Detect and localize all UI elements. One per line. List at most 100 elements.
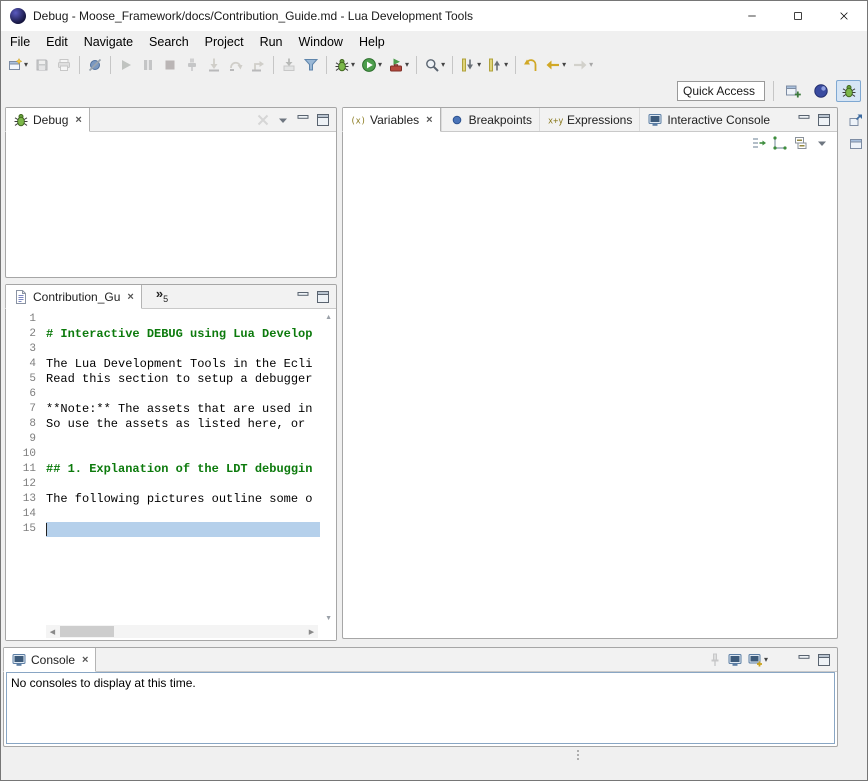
code-line[interactable]: The Lua Development Tools in the Ecli xyxy=(46,357,320,372)
scroll-down-icon[interactable]: ▼ xyxy=(325,615,332,622)
scrollbar-thumb[interactable] xyxy=(60,626,114,637)
tab-console[interactable]: Console × xyxy=(3,648,96,672)
code-line[interactable] xyxy=(46,312,320,327)
back-button[interactable]: ▾ xyxy=(543,54,568,76)
close-icon[interactable]: × xyxy=(426,114,432,126)
maximize-window-button[interactable] xyxy=(775,1,821,31)
save-button[interactable] xyxy=(32,54,52,76)
forward-button[interactable]: ▾ xyxy=(570,54,595,76)
close-icon[interactable]: × xyxy=(127,291,133,303)
code-line[interactable]: Read this section to setup a debugger xyxy=(46,372,320,387)
last-edit-location-button[interactable] xyxy=(521,54,541,76)
minimize-button[interactable] xyxy=(293,110,312,129)
minimize-window-button[interactable] xyxy=(729,1,775,31)
code-line[interactable]: So use the assets as listed here, or xyxy=(46,417,320,432)
close-window-button[interactable] xyxy=(821,1,867,31)
code-line[interactable] xyxy=(46,447,320,462)
code-line[interactable]: # Interactive DEBUG using Lua Develop xyxy=(46,327,320,342)
menu-edit[interactable]: Edit xyxy=(38,33,76,51)
display-console-button[interactable] xyxy=(726,650,745,669)
close-icon[interactable]: × xyxy=(75,114,81,126)
tab-interactive-console[interactable]: Interactive Console xyxy=(639,108,777,131)
resume-button[interactable] xyxy=(116,54,136,76)
menu-run[interactable]: Run xyxy=(252,33,291,51)
tab-expressions[interactable]: x+yExpressions xyxy=(539,108,639,131)
close-icon[interactable]: × xyxy=(82,654,88,666)
open-console-button[interactable]: ▾ xyxy=(746,650,769,669)
open-perspective-button[interactable] xyxy=(780,80,805,102)
code-line[interactable] xyxy=(46,342,320,357)
editor-tab-overflow[interactable]: » 5 xyxy=(142,285,176,308)
previous-annotation-button[interactable]: ▾ xyxy=(485,54,510,76)
use-step-filters-button[interactable] xyxy=(301,54,321,76)
suspend-button[interactable] xyxy=(138,54,158,76)
right-minimized-strip xyxy=(843,105,868,645)
terminate-button[interactable] xyxy=(160,54,180,76)
console-content[interactable]: No consoles to display at this time. xyxy=(6,672,835,744)
disconnect-button[interactable] xyxy=(182,54,202,76)
code-line[interactable]: ## 1. Explanation of the LDT debuggin xyxy=(46,462,320,477)
ldt-perspective-button[interactable] xyxy=(808,80,833,102)
new-wizard-button[interactable]: ▾ xyxy=(5,54,30,76)
code-line[interactable] xyxy=(46,432,320,447)
maximize-button[interactable] xyxy=(814,650,833,669)
drop-to-frame-button[interactable] xyxy=(279,54,299,76)
maximize-button[interactable] xyxy=(313,110,332,129)
tab-debug[interactable]: Debug × xyxy=(5,108,90,132)
menu-navigate[interactable]: Navigate xyxy=(76,33,141,51)
code-line[interactable] xyxy=(46,387,320,402)
tab-variables[interactable]: (x)=Variables× xyxy=(342,108,441,132)
minimize-button[interactable] xyxy=(794,110,813,129)
minimize-button[interactable] xyxy=(293,287,312,306)
variables-content[interactable] xyxy=(343,154,837,638)
show-type-names-button[interactable] xyxy=(749,134,768,153)
debug-button[interactable]: ▾ xyxy=(332,54,357,76)
print-button[interactable] xyxy=(54,54,74,76)
maximize-button[interactable] xyxy=(814,110,833,129)
debug-perspective-button[interactable] xyxy=(836,80,861,102)
debug-view-header: Debug × xyxy=(6,108,336,132)
menu-window[interactable]: Window xyxy=(291,33,351,51)
restore-minimized-view-button[interactable] xyxy=(846,110,865,129)
debug-view-content[interactable] xyxy=(6,132,336,277)
quick-access-box[interactable]: Quick Access xyxy=(677,81,765,101)
skip-breakpoints-icon xyxy=(87,57,103,73)
titlebar[interactable]: Debug - Moose_Framework/docs/Contributio… xyxy=(1,1,867,31)
maximize-icon xyxy=(315,112,331,128)
tab-contribution-guide[interactable]: Contribution_Gu × xyxy=(5,285,142,309)
collapse-all-button[interactable] xyxy=(791,134,810,153)
code-line[interactable] xyxy=(46,477,320,492)
view-menu-button[interactable] xyxy=(273,110,292,129)
search-button[interactable]: ▾ xyxy=(422,54,447,76)
run-button[interactable]: ▾ xyxy=(359,54,384,76)
menu-help[interactable]: Help xyxy=(351,33,393,51)
scroll-left-icon[interactable]: ◀ xyxy=(46,625,59,638)
code-line[interactable]: The following pictures outline some o xyxy=(46,492,320,507)
menu-file[interactable]: File xyxy=(2,33,38,51)
editor-content[interactable]: 123456789101112131415 # Interactive DEBU… xyxy=(6,309,336,640)
remove-terminated-button[interactable] xyxy=(253,110,272,129)
menu-search[interactable]: Search xyxy=(141,33,197,51)
code-line[interactable] xyxy=(46,522,320,537)
horizontal-scrollbar[interactable]: ◀ ▶ xyxy=(46,625,318,638)
external-tools-button[interactable]: ▾ xyxy=(386,54,411,76)
minimize-button[interactable] xyxy=(794,650,813,669)
code-line[interactable] xyxy=(46,507,320,522)
code-line[interactable]: **Note:** The assets that are used in xyxy=(46,402,320,417)
menu-project[interactable]: Project xyxy=(197,33,252,51)
editor-code[interactable]: # Interactive DEBUG using Lua Develop The… xyxy=(46,312,320,537)
minimized-view-button[interactable] xyxy=(846,134,865,153)
skip-breakpoints-button[interactable] xyxy=(85,54,105,76)
scroll-up-icon[interactable]: ▲ xyxy=(325,314,332,321)
step-return-button[interactable] xyxy=(248,54,268,76)
step-into-button[interactable] xyxy=(204,54,224,76)
tab-breakpoints[interactable]: Breakpoints xyxy=(441,108,539,131)
show-logical-structures-button[interactable] xyxy=(770,134,789,153)
pin-console-button[interactable] xyxy=(706,650,725,669)
view-menu-button[interactable] xyxy=(812,134,831,153)
maximize-button[interactable] xyxy=(313,287,332,306)
sash-handle[interactable] xyxy=(576,750,580,764)
next-annotation-button[interactable]: ▾ xyxy=(458,54,483,76)
scroll-right-icon[interactable]: ▶ xyxy=(305,625,318,638)
step-over-button[interactable] xyxy=(226,54,246,76)
